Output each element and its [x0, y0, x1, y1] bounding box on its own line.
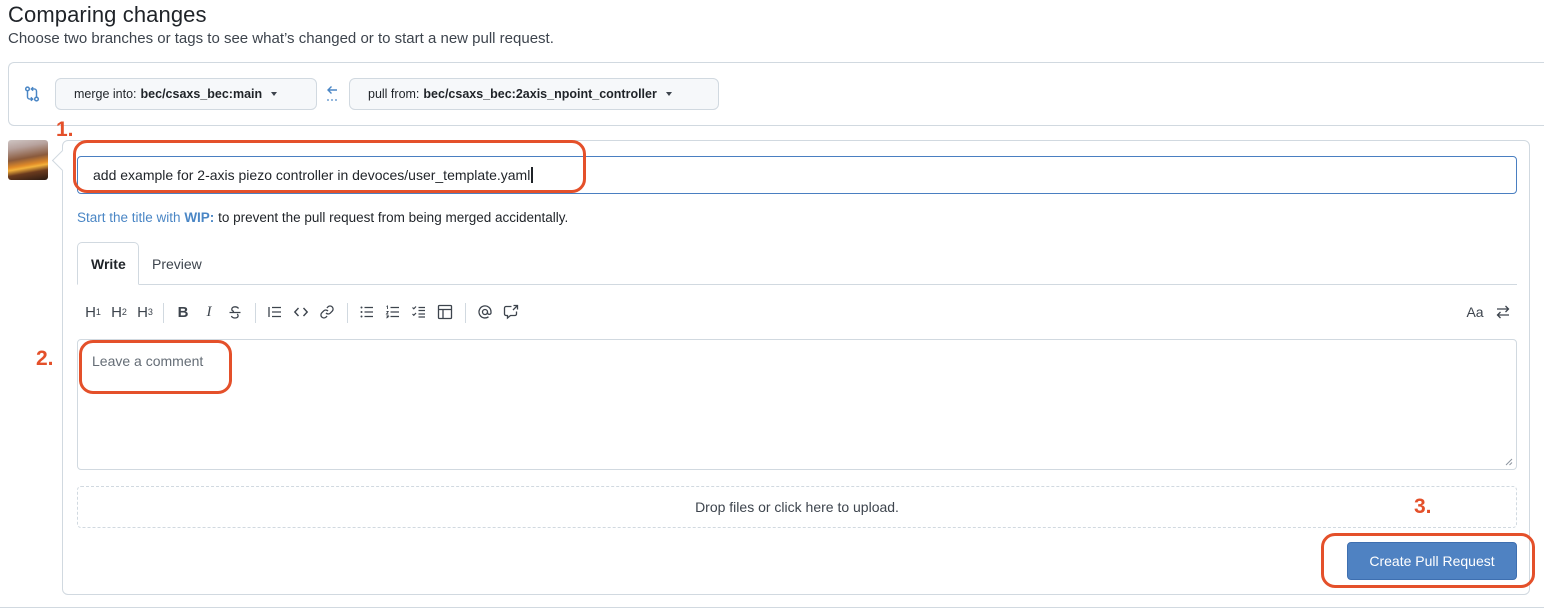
comment-textarea[interactable]: Leave a comment	[77, 339, 1517, 470]
tabs-divider	[77, 284, 1517, 285]
annotation-number-1: 1.	[56, 118, 74, 141]
arrow-left-icon	[327, 86, 337, 101]
numbered-list-icon	[385, 305, 399, 319]
caret-down-icon	[665, 92, 672, 96]
page-subtitle: Choose two branches or tags to see what’…	[8, 30, 554, 47]
wip-hint-text: to prevent the pull request from being m…	[214, 210, 569, 225]
numbered-list-button[interactable]	[381, 299, 405, 325]
italic-button[interactable]: I	[197, 299, 221, 325]
head-branch-button[interactable]: pull from: bec/csaxs_bec:2axis_npoint_co…	[349, 78, 719, 110]
mention-icon	[478, 305, 492, 319]
link-button[interactable]	[315, 299, 339, 325]
head-branch-value: bec/csaxs_bec:2axis_npoint_controller	[423, 87, 657, 101]
page-title: Comparing changes	[8, 2, 207, 27]
heading-1-label: H	[85, 303, 96, 321]
file-drop-zone[interactable]: Drop files or click here to upload.	[77, 486, 1517, 528]
text-cursor	[531, 167, 534, 183]
quote-icon	[268, 306, 281, 318]
annotation-number-3: 3.	[1414, 495, 1432, 518]
base-branch-button[interactable]: merge into: bec/csaxs_bec:main	[55, 78, 317, 110]
link-icon	[320, 305, 334, 319]
comment-placeholder: Leave a comment	[92, 353, 204, 369]
compare-bar: merge into: bec/csaxs_bec:main pull from…	[8, 62, 1544, 126]
toolbar-separator	[163, 303, 164, 323]
quote-button[interactable]	[263, 299, 287, 325]
create-pull-request-button[interactable]: Create Pull Request	[1347, 542, 1517, 580]
tab-preview[interactable]: Preview	[139, 242, 215, 285]
heading-2-button[interactable]: H2	[107, 299, 131, 325]
title-input-value: add example for 2-axis piezo controller …	[93, 167, 531, 183]
bottom-divider	[0, 607, 1544, 612]
strikethrough-button[interactable]	[223, 299, 247, 325]
heading-2-label: H	[111, 303, 122, 321]
markdown-toolbar: H1 H2 H3 B I Aa	[77, 299, 1517, 325]
reference-button[interactable]	[499, 299, 523, 325]
arrow-switch-icon	[1496, 305, 1510, 319]
base-branch-value: bec/csaxs_bec:main	[140, 87, 263, 101]
bullet-list-button[interactable]	[355, 299, 379, 325]
heading-2-sub: 2	[121, 307, 127, 317]
task-list-icon	[412, 306, 425, 318]
resize-grip-icon[interactable]	[1504, 457, 1513, 466]
code-icon	[293, 307, 309, 317]
toolbar-separator	[347, 303, 348, 323]
heading-3-label: H	[137, 303, 148, 321]
wip-hint: Start the title with WIP: to prevent the…	[77, 210, 568, 225]
compare-icon	[24, 86, 40, 102]
heading-3-button[interactable]: H3	[133, 299, 157, 325]
title-input[interactable]: add example for 2-axis piezo controller …	[77, 156, 1517, 194]
tab-write[interactable]: Write	[77, 242, 139, 285]
strikethrough-icon	[229, 306, 241, 319]
caret-down-icon	[271, 92, 278, 96]
base-branch-label: merge into:	[74, 87, 137, 101]
text-size-button[interactable]: Aa	[1463, 299, 1487, 325]
annotation-number-2: 2.	[36, 347, 54, 370]
pull-request-form: add example for 2-axis piezo controller …	[62, 140, 1530, 595]
switch-editor-button[interactable]	[1491, 299, 1515, 325]
bold-button[interactable]: B	[171, 299, 195, 325]
wip-hint-link[interactable]: Start the title with	[77, 210, 181, 225]
table-button[interactable]	[433, 299, 457, 325]
avatar[interactable]	[8, 140, 48, 180]
code-button[interactable]	[289, 299, 313, 325]
bullet-list-icon	[360, 306, 373, 318]
wip-keyword[interactable]: WIP:	[184, 210, 214, 225]
mention-button[interactable]	[473, 299, 497, 325]
heading-3-sub: 3	[147, 307, 153, 317]
toolbar-separator	[465, 303, 466, 323]
heading-1-button[interactable]: H1	[81, 299, 105, 325]
head-branch-label: pull from:	[368, 87, 420, 101]
heading-1-sub: 1	[95, 307, 101, 317]
cross-reference-icon	[503, 304, 519, 320]
toolbar-separator	[255, 303, 256, 323]
table-icon	[437, 304, 453, 320]
task-list-button[interactable]	[407, 299, 431, 325]
